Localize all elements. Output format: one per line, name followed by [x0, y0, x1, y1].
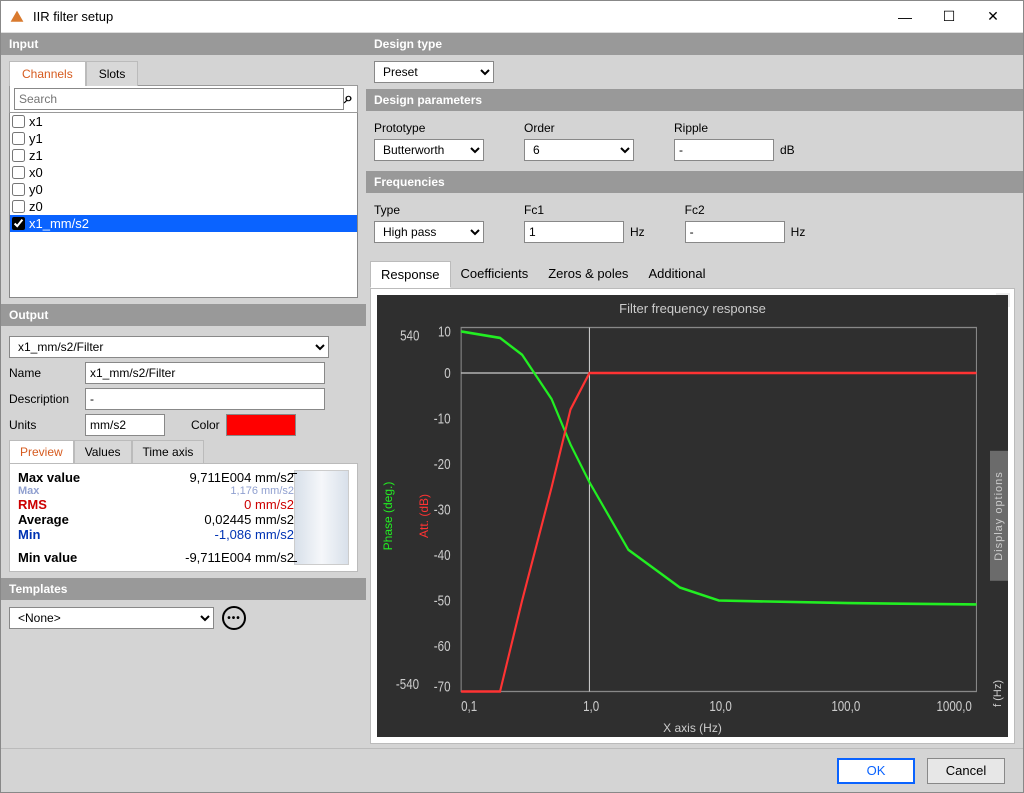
channel-row: z1: [10, 147, 357, 164]
subtab-values[interactable]: Values: [74, 440, 132, 463]
svg-text:540: 540: [400, 327, 419, 343]
level-meter: [294, 470, 349, 565]
svg-text:-20: -20: [434, 456, 451, 472]
fc1-input[interactable]: [524, 221, 624, 243]
svg-text:1,0: 1,0: [583, 698, 599, 714]
chart-tab-response[interactable]: Response: [370, 261, 451, 288]
channel-row: x0: [10, 164, 357, 181]
units-label: Units: [9, 418, 79, 432]
name-input[interactable]: [85, 362, 325, 384]
channel-checkbox[interactable]: [12, 149, 25, 162]
svg-text:0,1: 0,1: [461, 698, 477, 714]
window-title: IIR filter setup: [33, 9, 113, 24]
close-button[interactable]: ✕: [971, 2, 1015, 32]
fc2-input[interactable]: [685, 221, 785, 243]
svg-text:-60: -60: [434, 638, 451, 654]
channel-row-selected: x1_mm/s2: [10, 215, 357, 232]
design-type-select[interactable]: Preset: [374, 61, 494, 83]
tab-slots[interactable]: Slots: [86, 61, 139, 86]
templates-section-header: Templates: [1, 578, 366, 600]
input-section-header: Input: [1, 33, 366, 55]
svg-text:10: 10: [438, 323, 451, 339]
prototype-label: Prototype: [374, 121, 484, 135]
titlebar: IIR filter setup — ☐ ✕: [1, 1, 1023, 33]
response-chart[interactable]: Filter frequency response Phase (deg.) A…: [377, 295, 1008, 737]
ripple-input[interactable]: [674, 139, 774, 161]
subtab-preview[interactable]: Preview: [9, 440, 74, 463]
search-icon[interactable]: ⌕: [344, 90, 353, 108]
minimize-button[interactable]: —: [883, 2, 927, 32]
prototype-select[interactable]: Butterworth: [374, 139, 484, 161]
ok-button[interactable]: OK: [837, 758, 915, 784]
color-label: Color: [191, 418, 220, 432]
channel-checkbox[interactable]: [12, 217, 25, 230]
maximize-button[interactable]: ☐: [927, 2, 971, 32]
channel-list[interactable]: x1 y1 z1 x0 y0 z0 x1_mm/s2: [9, 113, 358, 298]
filter-type-label: Type: [374, 203, 484, 217]
order-label: Order: [524, 121, 634, 135]
chart-svg: 540 -540 10 0 -10 -20 -30 -40 -50 -60 -7…: [377, 295, 1008, 737]
app-icon: [9, 9, 25, 25]
template-select[interactable]: <None>: [9, 607, 214, 629]
channel-row: z0: [10, 198, 357, 215]
order-select[interactable]: 6: [524, 139, 634, 161]
search-bar: ⌕: [9, 85, 358, 113]
svg-text:10,0: 10,0: [709, 698, 732, 714]
svg-text:-10: -10: [434, 411, 451, 427]
units-input[interactable]: [85, 414, 165, 436]
channel-row: y1: [10, 130, 357, 147]
cancel-button[interactable]: Cancel: [927, 758, 1005, 784]
design-type-header: Design type: [366, 33, 1023, 55]
description-label: Description: [9, 392, 79, 406]
chart-tab-coefficients[interactable]: Coefficients: [451, 261, 539, 288]
color-swatch[interactable]: [226, 414, 296, 436]
dialog-footer: OK Cancel: [1, 748, 1023, 792]
svg-text:1000,0: 1000,0: [936, 698, 971, 714]
tab-channels[interactable]: Channels: [9, 61, 86, 86]
svg-text:-40: -40: [434, 547, 451, 563]
description-input[interactable]: [85, 388, 325, 410]
stats-panel: Max value9,711E004 mm/s2 Max1,176 mm/s2 …: [9, 464, 358, 572]
svg-text:-50: -50: [434, 593, 451, 609]
svg-text:-540: -540: [396, 676, 419, 692]
search-input[interactable]: [14, 88, 344, 110]
ripple-label: Ripple: [674, 121, 795, 135]
channel-checkbox[interactable]: [12, 200, 25, 213]
output-section-header: Output: [1, 304, 366, 326]
channel-row: x1: [10, 113, 357, 130]
svg-text:-30: -30: [434, 502, 451, 518]
channel-checkbox[interactable]: [12, 166, 25, 179]
channel-row: y0: [10, 181, 357, 198]
chart-container: ◄ Filter frequency response Phase (deg.)…: [370, 288, 1015, 744]
svg-text:-70: -70: [434, 678, 451, 694]
chart-tab-zeros-poles[interactable]: Zeros & poles: [538, 261, 638, 288]
filter-type-select[interactable]: High pass: [374, 221, 484, 243]
dialog-window: IIR filter setup — ☐ ✕ Input Channels Sl…: [0, 0, 1024, 793]
svg-text:100,0: 100,0: [831, 698, 860, 714]
subtab-timeaxis[interactable]: Time axis: [132, 440, 205, 463]
frequencies-header: Frequencies: [366, 171, 1023, 193]
channel-checkbox[interactable]: [12, 183, 25, 196]
chart-tab-additional[interactable]: Additional: [638, 261, 715, 288]
channel-checkbox[interactable]: [12, 132, 25, 145]
output-select[interactable]: x1_mm/s2/Filter: [9, 336, 329, 358]
template-more-button[interactable]: •••: [222, 606, 246, 630]
svg-text:0: 0: [444, 365, 450, 381]
channel-checkbox[interactable]: [12, 115, 25, 128]
fc2-label: Fc2: [685, 203, 806, 217]
name-label: Name: [9, 366, 79, 380]
design-params-header: Design parameters: [366, 89, 1023, 111]
fc1-label: Fc1: [524, 203, 645, 217]
